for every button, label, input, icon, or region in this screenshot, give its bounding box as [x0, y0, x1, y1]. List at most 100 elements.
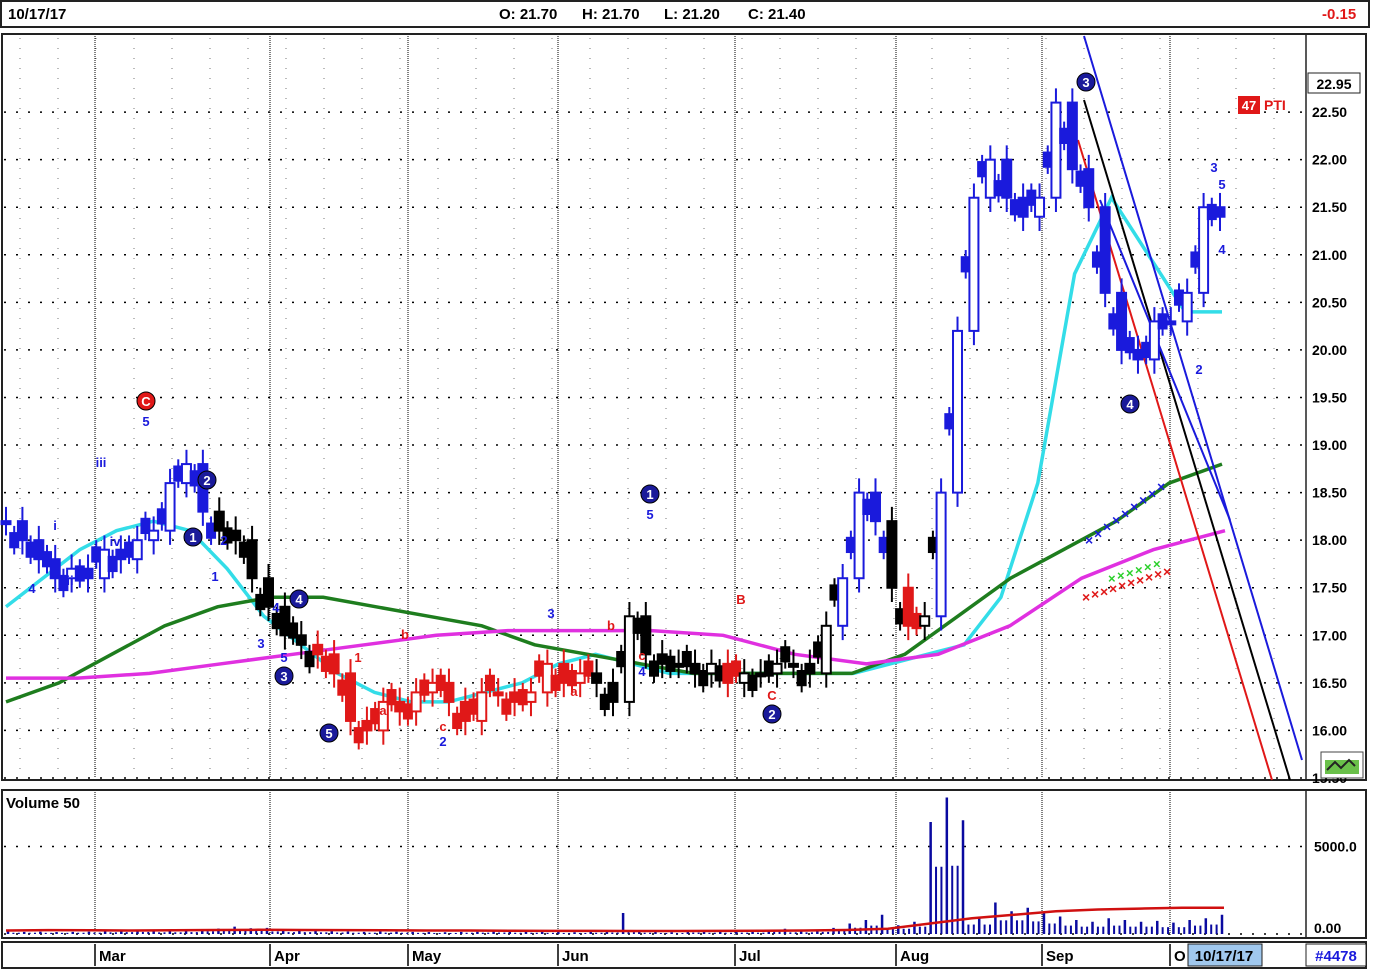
last-price-tag: 22.95 — [1316, 76, 1351, 92]
price-bar-body — [747, 674, 758, 691]
price-bar-body — [1198, 206, 1210, 294]
price-bar-body — [16, 520, 28, 542]
month-label: Sep — [1046, 948, 1074, 965]
price-bar-body — [443, 681, 455, 703]
marker-x: × — [1094, 525, 1102, 541]
wave-label: 4 — [638, 664, 646, 679]
price-bar-body — [328, 653, 340, 675]
price-tick-label: 18.00 — [1312, 532, 1347, 548]
price-bar-body — [82, 567, 94, 580]
price-bar-body — [820, 624, 832, 675]
price-bar-body — [0, 520, 12, 526]
month-label: May — [412, 948, 442, 965]
wave-label: 4 — [1218, 242, 1226, 257]
volume-title: Volume 50 — [6, 795, 80, 812]
price-bar-body — [1181, 291, 1193, 323]
price-bar-body — [213, 510, 225, 532]
price-bar-body — [1116, 291, 1128, 351]
price-bar-body — [459, 700, 471, 722]
price-bar-body — [361, 719, 373, 732]
wave-label: 2 — [1195, 362, 1202, 377]
price-bar-body — [952, 329, 964, 494]
wave-label: 3 — [547, 606, 554, 621]
price-bar-body — [869, 491, 881, 523]
price-bar-body — [919, 615, 931, 627]
price-bar-body — [591, 672, 603, 684]
price-tick-label: 16.00 — [1312, 722, 1347, 738]
price-bar-body — [771, 662, 783, 675]
marker-x: × — [1091, 586, 1099, 602]
marker-x: × — [1157, 479, 1165, 495]
footer-date: 10/17/17 — [1195, 948, 1253, 965]
price-tick-label: 21.00 — [1312, 247, 1347, 263]
month-label: Jun — [562, 948, 589, 965]
price-bar-body — [656, 653, 668, 665]
price-bar-body — [1034, 196, 1046, 218]
footer-count: #4478 — [1315, 948, 1357, 965]
month-label: Mar — [99, 948, 126, 965]
price-bar-body — [1066, 101, 1078, 171]
price-bar-body — [607, 681, 619, 703]
price-bar-body — [410, 691, 422, 713]
price-tick-label: 22.50 — [1312, 104, 1347, 120]
price-bar-body — [886, 520, 898, 589]
wave-label: c — [439, 719, 446, 734]
wave-label: iii — [96, 455, 107, 470]
price-bar-body — [484, 674, 495, 691]
wave-label: a — [379, 703, 387, 718]
marker-x: × — [1082, 589, 1090, 605]
wave-label: 3 — [257, 636, 264, 651]
price-bar-body — [780, 646, 791, 663]
wave-label: i — [53, 518, 57, 533]
price-bar-body — [935, 491, 947, 618]
marker-x: × — [1100, 583, 1108, 599]
wave-label: b — [607, 618, 615, 633]
price-bar-body — [984, 158, 996, 199]
price-bar-body — [853, 491, 865, 580]
marker-x: × — [1148, 485, 1156, 501]
price-bar-body — [968, 196, 980, 332]
marker-x: × — [1135, 562, 1143, 577]
price-bar-body — [49, 558, 61, 580]
price-bar-body — [164, 482, 176, 532]
price-bar-body — [476, 691, 488, 722]
price-bar-body — [1099, 206, 1111, 294]
price-bar-body — [33, 539, 45, 561]
price-bar-body — [837, 577, 849, 627]
price-bar-body — [279, 605, 291, 637]
price-bar-body — [148, 529, 160, 542]
price-bar-body — [525, 691, 537, 703]
marker-x: × — [1126, 565, 1134, 580]
price-tick-label: 21.50 — [1312, 199, 1347, 215]
chart-canvas: × × × × × × × × ×× × × × × × × × × ×× × × × × × C5iii21iiivi41… — [0, 33, 1367, 969]
price-bar-body — [1165, 320, 1177, 326]
price-bar-body — [509, 691, 521, 703]
price-bar-body — [541, 662, 553, 694]
price-bar-body — [705, 662, 717, 675]
wave-marker-label: 4 — [295, 592, 303, 607]
price-tick-label: 19.00 — [1312, 437, 1347, 453]
price-bar-body — [345, 672, 357, 722]
wave-label: c — [638, 648, 645, 663]
price-bar-body — [755, 672, 767, 678]
wave-label: 5 — [1218, 177, 1225, 192]
wave-marker-label: C — [141, 394, 151, 409]
marker-x: × — [1121, 505, 1129, 521]
wave-label: 5 — [142, 414, 149, 429]
price-bar-body — [1001, 158, 1013, 199]
wave-marker-label: 1 — [189, 530, 196, 545]
price-bar-body — [131, 539, 143, 561]
wave-label: ii — [66, 573, 73, 588]
wave-label: 2 — [439, 734, 446, 749]
price-bar-body — [98, 548, 110, 580]
wave-marker-label: 5 — [325, 726, 332, 741]
wave-label: A — [722, 665, 732, 680]
price-bar-body — [558, 662, 570, 684]
price-bar-body — [1050, 101, 1062, 199]
wave-label: 4 — [272, 600, 280, 615]
price-tick-label: 17.50 — [1312, 580, 1347, 596]
price-tick-label: 16.50 — [1312, 675, 1347, 691]
price-bar-body — [1148, 320, 1160, 361]
wave-marker-label: 3 — [280, 669, 287, 684]
wave-label: a — [570, 684, 578, 699]
